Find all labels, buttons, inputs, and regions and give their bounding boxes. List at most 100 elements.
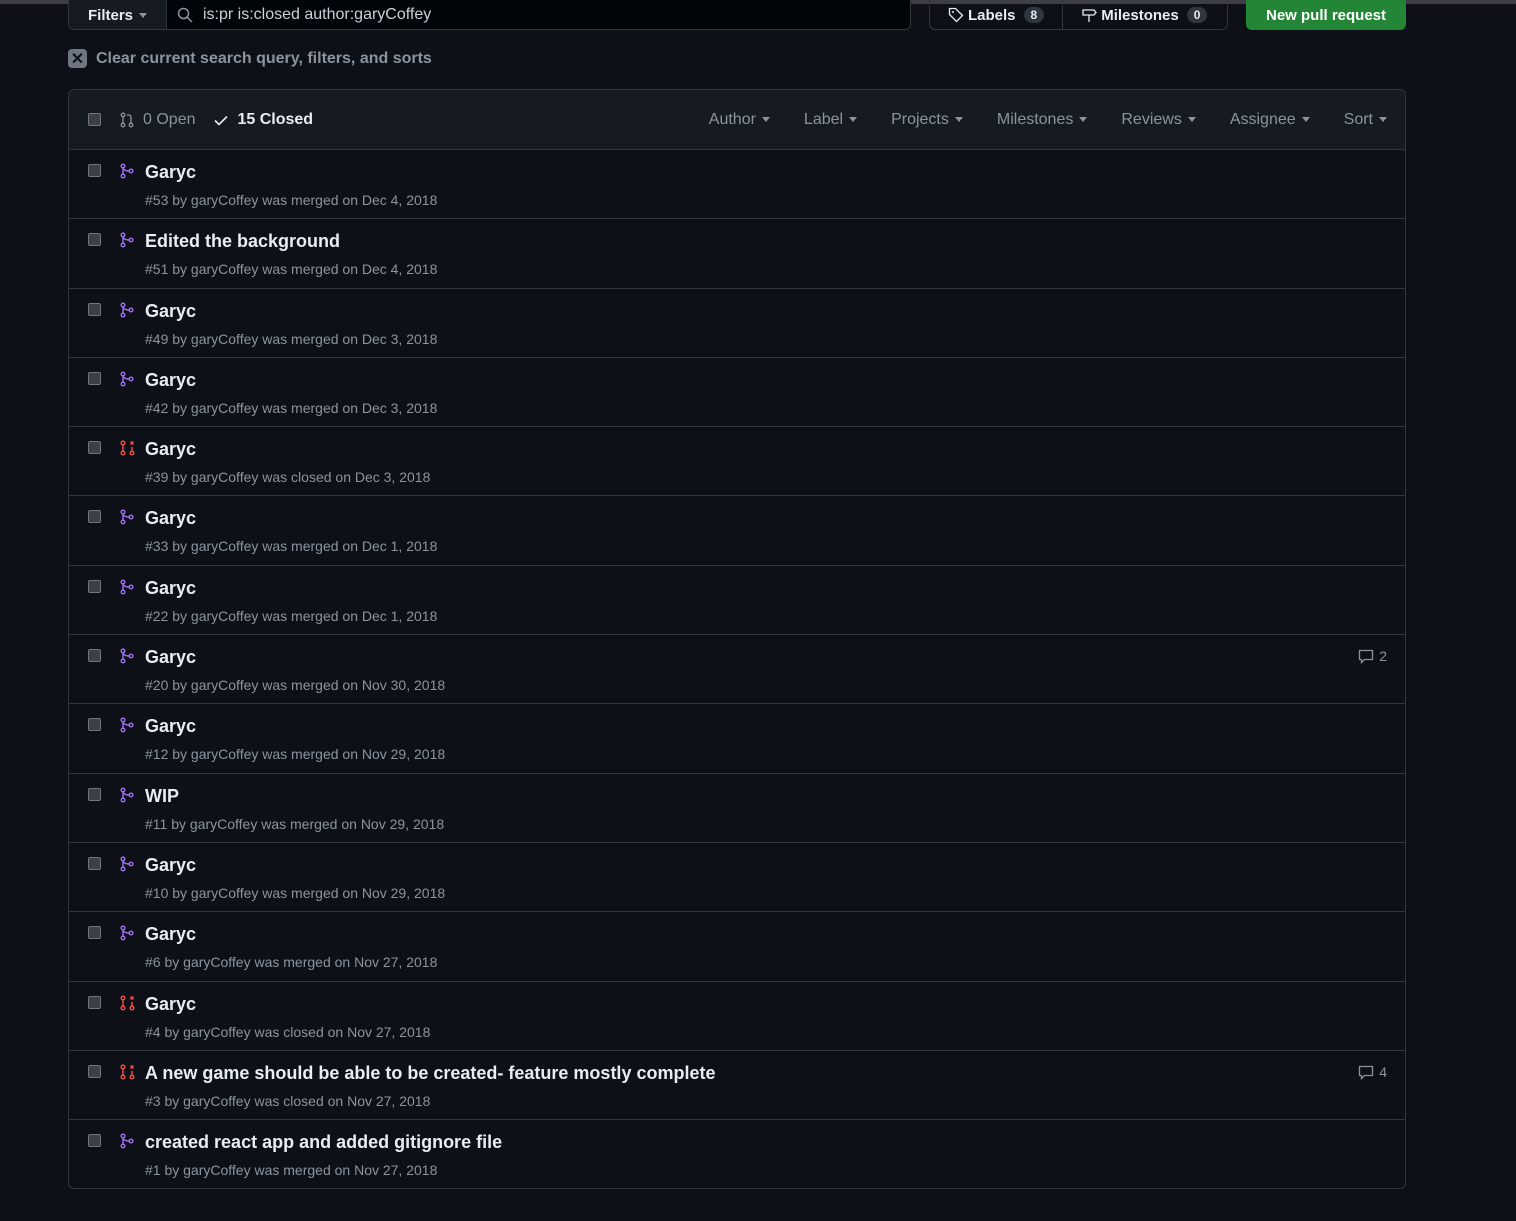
- milestones-button[interactable]: Milestones 0: [1063, 0, 1225, 29]
- pr-checkbox[interactable]: [88, 441, 101, 455]
- pr-checkbox[interactable]: [88, 371, 101, 385]
- merged-pr-icon: [119, 509, 135, 530]
- pr-meta: #49 by garyCoffey was merged on Dec 3, 2…: [145, 330, 438, 347]
- pr-meta: #10 by garyCoffey was merged on Nov 29, …: [145, 884, 446, 901]
- close-icon: ✕: [68, 49, 87, 68]
- closed-pr-icon: [119, 995, 137, 1016]
- filter-menu-label: Assignee: [1229, 110, 1296, 128]
- pr-title-link[interactable]: Garyc: [145, 508, 196, 529]
- pr-row: Garyc #12 by garyCoffey was merged on Nov…: [69, 704, 1405, 774]
- comments-link[interactable]: 4: [1358, 1064, 1387, 1080]
- pr-title-link[interactable]: Garyc: [145, 994, 196, 1015]
- filter-menu-label[interactable]: Label: [803, 110, 858, 129]
- caret-down-icon: [1187, 116, 1196, 126]
- open-count: 0 Open: [143, 110, 196, 128]
- filters-label: Filters: [87, 6, 133, 24]
- new-pull-request-button[interactable]: New pull request: [1246, 0, 1406, 30]
- select-all-checkbox[interactable]: [88, 113, 101, 126]
- closed-count: 15 Closed: [237, 110, 314, 128]
- clear-filters-label: Clear current search query, filters, and…: [96, 49, 432, 67]
- merged-pr-icon: [119, 925, 135, 946]
- caret-down-icon: [849, 116, 858, 126]
- filter-menu-sort[interactable]: Sort: [1344, 111, 1387, 129]
- pull-request-icon: [120, 112, 134, 127]
- filter-menu-label: Label: [803, 110, 844, 128]
- pr-checkbox[interactable]: [88, 510, 101, 524]
- pr-title-link[interactable]: Garyc: [145, 855, 196, 876]
- merged-pr-icon: [119, 648, 135, 669]
- closed-pr-icon: [119, 440, 137, 461]
- pr-title-link[interactable]: created react app and added gitignore fi…: [145, 1132, 502, 1153]
- comment-count: 2: [1379, 648, 1387, 665]
- pr-checkbox[interactable]: [88, 995, 101, 1009]
- pr-checkbox[interactable]: [88, 1064, 101, 1078]
- pr-checkbox[interactable]: [88, 787, 101, 801]
- pr-checkbox[interactable]: [88, 856, 101, 870]
- filter-menu-label: Author: [708, 110, 756, 128]
- merged-pr-icon: [119, 1133, 135, 1154]
- filters-button[interactable]: Filters: [69, 0, 167, 29]
- pr-title-link[interactable]: Garyc: [145, 301, 196, 322]
- pr-title-link[interactable]: Garyc: [145, 578, 196, 599]
- check-icon: [214, 115, 229, 126]
- filter-bar: Filters is:pr is:closed author:garyCoffe…: [68, 0, 911, 30]
- pr-title-link[interactable]: WIP: [145, 786, 179, 807]
- pr-checkbox[interactable]: [88, 233, 101, 247]
- pr-title-link[interactable]: Garyc: [145, 370, 196, 391]
- pr-checkbox[interactable]: [88, 1134, 101, 1148]
- pr-row: Garyc #4 by garyCoffey was closed on Nov …: [69, 982, 1405, 1051]
- search-icon: [177, 7, 193, 23]
- filter-menu-label: Milestones: [996, 110, 1074, 128]
- pr-meta: #11 by garyCoffey was merged on Nov 29, …: [145, 815, 445, 832]
- comments-link[interactable]: 2: [1358, 648, 1387, 665]
- pr-checkbox[interactable]: [88, 302, 101, 316]
- pr-checkbox[interactable]: [88, 718, 101, 732]
- pr-title-link[interactable]: Garyc: [145, 647, 196, 668]
- comment-icon: [1359, 649, 1374, 665]
- clear-filters-link[interactable]: ✕ Clear current search query, filters, an…: [68, 49, 432, 68]
- filter-menu-milestones[interactable]: Milestones: [996, 110, 1088, 129]
- pr-checkbox[interactable]: [88, 926, 101, 940]
- pr-row: Garyc #42 by garyCoffey was merged on Dec…: [69, 358, 1405, 428]
- pr-row: Garyc #53 by garyCoffey was merged on Dec…: [69, 150, 1405, 220]
- caret-down-icon: [1079, 116, 1088, 126]
- pr-meta: #39 by garyCoffey was closed on Dec 3, 2…: [145, 469, 431, 486]
- filter-menu-author[interactable]: Author: [709, 111, 770, 129]
- pr-meta: #22 by garyCoffey was merged on Dec 1, 2…: [145, 607, 438, 624]
- pr-meta: #1 by garyCoffey was merged on Nov 27, 2…: [145, 1162, 438, 1179]
- pr-checkbox[interactable]: [88, 579, 101, 593]
- filter-menu-label: Sort: [1343, 110, 1373, 128]
- filter-menu-reviews[interactable]: Reviews: [1121, 111, 1196, 129]
- pr-row: WIP #11 by garyCoffey was merged on Nov 2…: [69, 774, 1405, 843]
- pr-title-link[interactable]: Garyc: [145, 924, 196, 945]
- caret-down-icon: [761, 116, 770, 126]
- pr-meta: #42 by garyCoffey was merged on Dec 3, 2…: [145, 399, 438, 416]
- labels-label: Labels: [968, 6, 1016, 24]
- merged-pr-icon: [119, 302, 135, 323]
- filter-menu-projects[interactable]: Projects: [891, 111, 963, 129]
- merged-pr-icon: [119, 163, 135, 184]
- pr-title-link[interactable]: Garyc: [145, 716, 196, 737]
- labels-button[interactable]: Labels 8: [930, 0, 1064, 29]
- pr-row: Garyc #20 by garyCoffey was merged on Nov…: [69, 635, 1405, 705]
- pr-meta: #20 by garyCoffey was merged on Nov 30, …: [145, 677, 446, 694]
- pr-title-link[interactable]: A new game should be able to be created-…: [145, 1063, 715, 1084]
- pr-checkbox[interactable]: [88, 649, 101, 663]
- pr-row: Garyc #49 by garyCoffey was merged on Dec…: [69, 289, 1405, 358]
- closed-pr-icon: [119, 1064, 137, 1085]
- pr-row: Garyc #33 by garyCoffey was merged on Dec…: [69, 496, 1405, 566]
- search-input[interactable]: is:pr is:closed author:garyCoffey: [167, 0, 910, 29]
- pr-row: Garyc #39 by garyCoffey was closed on Dec…: [69, 427, 1405, 497]
- pr-title-link[interactable]: Garyc: [145, 439, 196, 460]
- open-tab[interactable]: 0 Open: [119, 111, 195, 129]
- milestones-count: 0: [1186, 7, 1208, 23]
- merged-pr-icon: [119, 232, 135, 253]
- pr-title-link[interactable]: Edited the background: [145, 231, 340, 252]
- pr-list: 0 Open 15 Closed Author Label Projects Mile…: [68, 89, 1406, 1189]
- filter-menu-assignee[interactable]: Assignee: [1230, 111, 1310, 129]
- pr-row: Garyc #10 by garyCoffey was merged on Nov…: [69, 843, 1405, 913]
- closed-tab[interactable]: 15 Closed: [213, 111, 313, 129]
- pr-title-link[interactable]: Garyc: [145, 162, 196, 183]
- merged-pr-icon: [119, 579, 135, 600]
- pr-checkbox[interactable]: [88, 164, 101, 177]
